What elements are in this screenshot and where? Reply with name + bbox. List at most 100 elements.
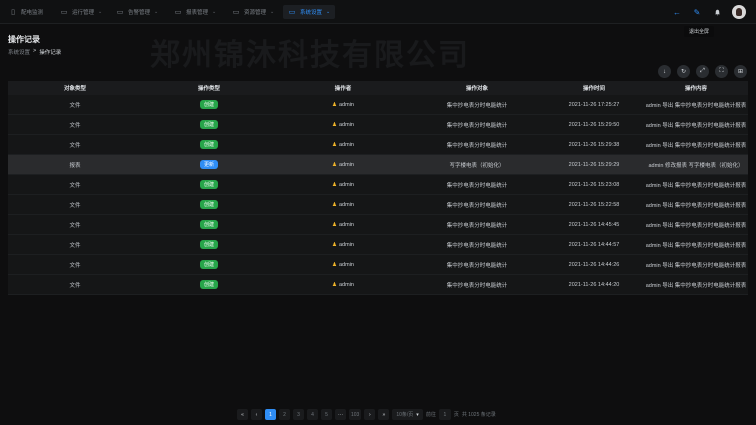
page-size-select[interactable]: 10条/页 ▾ (392, 409, 423, 420)
operation-type-badge: 创建 (199, 180, 218, 189)
document-icon: ▯ (11, 9, 15, 16)
column-header[interactable]: 对象类型 (8, 84, 142, 92)
page-button[interactable]: 103 (349, 409, 362, 420)
table-row[interactable]: 文件 创建 ♟ admin 集中抄电表分时电能统计 2021-11-26 14:45:45… (8, 215, 748, 235)
folder-icon: ▭ (174, 9, 182, 16)
table-body: 文件 创建 ♟ admin 集中抄电表分时电能统计 2021-11-26 17:25:27… (8, 95, 748, 295)
user-icon: ♟ (332, 121, 337, 128)
fullscreen-icon[interactable]: ⛶ (715, 65, 728, 78)
top-nav: ▯ 配电监测 ▭ 运行管理 ⌄ ▭ 告警管理 ⌄ ▭ 报表管理 ⌄ ▭ 资源管理… (0, 0, 756, 24)
page-button[interactable]: 4 (307, 409, 318, 420)
tab-label: 配电监测 (21, 10, 44, 16)
operator-cell: ♟ admin (276, 262, 410, 268)
edit-icon[interactable]: ✎ (692, 7, 702, 17)
object-type-cell: 文件 (69, 242, 81, 249)
tab-report-management[interactable]: ▭ 报表管理 ⌄ (169, 5, 221, 19)
user-icon: ♟ (332, 221, 337, 228)
operator-cell: ♟ admin (276, 102, 410, 108)
operator-name: admin (339, 161, 354, 168)
column-header[interactable]: 操作类型 (142, 84, 276, 92)
user-icon: ♟ (332, 141, 337, 148)
column-header[interactable]: 操作内容 (644, 84, 748, 92)
first-page-button[interactable]: « (237, 409, 248, 420)
table-row[interactable]: 文件 创建 ♟ admin 集中抄电表分时电能统计 2021-11-26 15:29:38… (8, 135, 748, 155)
last-page-button[interactable]: » (378, 409, 390, 420)
operation-target-cell: 集中抄电表分时电能统计 (446, 122, 508, 129)
operation-type-badge: 创建 (199, 200, 218, 209)
operation-type-badge: 创建 (199, 240, 218, 249)
operator-cell: ♟ admin (276, 202, 410, 208)
operator-cell: ♟ admin (276, 162, 410, 168)
table-row[interactable]: 文件 创建 ♟ admin 集中抄电表分时电能统计 2021-11-26 15:23:08… (8, 175, 748, 195)
download-icon[interactable]: ↓ (658, 65, 671, 78)
table-row[interactable]: 文件 创建 ♟ admin 集中抄电表分时电能统计 2021-11-26 17:25:27… (8, 95, 748, 115)
user-icon: ♟ (332, 161, 337, 168)
operation-type-cell: 创建 (142, 200, 276, 209)
operation-target-cell: 集中抄电表分时电能统计 (446, 222, 508, 229)
folder-icon: ▭ (60, 9, 68, 16)
table-row[interactable]: 文件 创建 ♟ admin 集中抄电表分时电能统计 2021-11-26 14:44:57… (8, 235, 748, 255)
breadcrumb-current: 操作记录 (39, 50, 62, 56)
tab-power-monitoring[interactable]: ▯ 配电监测 (4, 5, 48, 19)
column-header[interactable]: 操作时间 (544, 84, 644, 92)
operator-name: admin (339, 181, 354, 188)
more-pages-button[interactable]: ··· (335, 409, 346, 420)
page-button[interactable]: 5 (321, 409, 332, 420)
object-type-cell: 文件 (69, 222, 81, 229)
operation-type-badge: 创建 (199, 260, 218, 269)
next-page-button[interactable]: › (364, 409, 376, 420)
operator-name: admin (339, 121, 354, 128)
table-toolbar: ↓ ↻ ⤢ ⛶ ⊞ (658, 65, 747, 78)
object-type-cell: 文件 (69, 102, 81, 109)
operation-time-cell: 2021-11-26 17:25:27 (568, 101, 620, 108)
table-row[interactable]: 文件 创建 ♟ admin 集中抄电表分时电能统计 2021-11-26 15:22:58… (8, 195, 748, 215)
folder-icon: ▭ (288, 9, 296, 16)
operator-name: admin (339, 101, 354, 108)
object-type-cell: 文件 (69, 122, 81, 129)
expand-icon[interactable]: ⤢ (696, 65, 709, 78)
total-count: 共 1025 条记录 (461, 412, 496, 418)
page-button[interactable]: 2 (279, 409, 290, 420)
chevron-down-icon: ⌄ (270, 9, 275, 15)
folder-icon: ▭ (232, 9, 240, 16)
table-row[interactable]: 文件 创建 ♟ admin 集中抄电表分时电能统计 2021-11-26 14:44:26… (8, 255, 748, 275)
operation-time-cell: 2021-11-26 14:45:45 (568, 221, 620, 228)
tab-operation-management[interactable]: ▭ 运行管理 ⌄ (55, 5, 107, 19)
chevron-down-icon: ⌄ (154, 9, 159, 15)
operator-name: admin (339, 201, 354, 208)
tab-label: 运行管理 (72, 10, 95, 16)
operation-content-cell: admin 导出 集中抄电表分时电能统计报表 (645, 282, 747, 289)
user-icon: ♟ (332, 281, 337, 288)
tab-system-settings[interactable]: ▭ 系统设置 ⌄ (283, 5, 336, 19)
operation-type-cell: 创建 (142, 140, 276, 149)
tab-resource-management[interactable]: ▭ 资源管理 ⌄ (227, 5, 279, 19)
operator-cell: ♟ admin (276, 242, 410, 248)
object-type-cell: 文件 (69, 182, 81, 189)
table-row[interactable]: 文件 创建 ♟ admin 集中抄电表分时电能统计 2021-11-26 14:44:20… (8, 275, 748, 295)
operator-name: admin (339, 221, 354, 228)
columns-icon[interactable]: ⊞ (734, 65, 747, 78)
operation-target-cell: 集中抄电表分时电能统计 (446, 262, 508, 269)
prev-page-button[interactable]: ‹ (251, 409, 262, 420)
avatar[interactable] (732, 5, 746, 19)
page-title: 操作记录 (8, 35, 40, 44)
back-arrow-icon[interactable]: ← (672, 7, 682, 17)
bell-icon[interactable] (712, 7, 722, 17)
operation-type-cell: 创建 (142, 260, 276, 269)
object-type-cell: 文件 (69, 262, 81, 269)
chevron-down-icon: ⌄ (98, 9, 103, 15)
table-row[interactable]: 报表 更新 ♟ admin 写字楼电表（初始化） 2021-11-26 15:29:29 a… (8, 155, 748, 175)
table-row[interactable]: 文件 创建 ♟ admin 集中抄电表分时电能统计 2021-11-26 15:29:50… (8, 115, 748, 135)
column-header[interactable]: 操作对象 (410, 84, 544, 92)
breadcrumb-parent[interactable]: 系统设置 (8, 48, 30, 56)
operation-type-badge: 创建 (199, 100, 218, 109)
column-header[interactable]: 操作者 (276, 84, 410, 92)
page-button[interactable]: 1 (265, 409, 276, 420)
page-button[interactable]: 3 (293, 409, 304, 420)
refresh-icon[interactable]: ↻ (677, 65, 690, 78)
operation-type-badge: 创建 (199, 140, 218, 149)
goto-page-input[interactable]: 1 (438, 409, 451, 420)
operation-time-cell: 2021-11-26 15:29:50 (568, 121, 620, 128)
tab-alarm-management[interactable]: ▭ 告警管理 ⌄ (111, 5, 163, 19)
operation-type-cell: 创建 (142, 180, 276, 189)
